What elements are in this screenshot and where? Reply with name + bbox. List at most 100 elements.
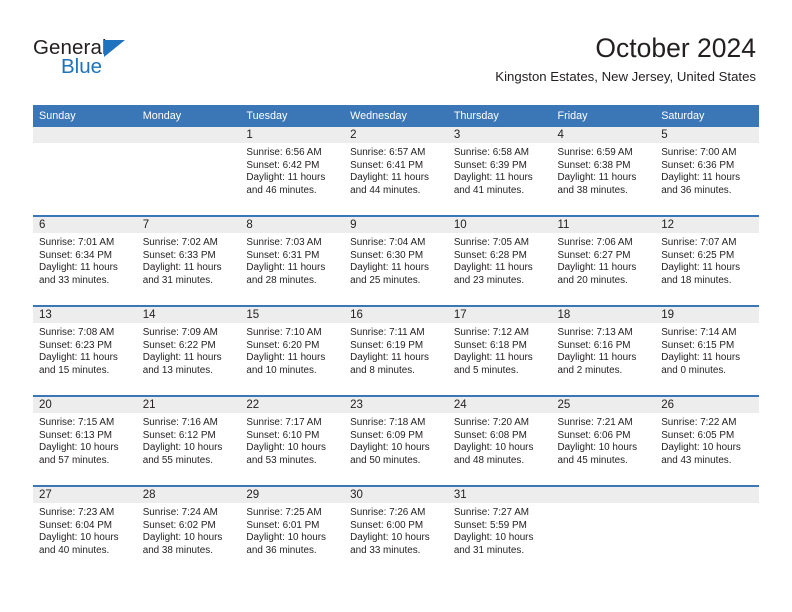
day-details: Sunrise: 7:21 AM Sunset: 6:06 PM Daylight:… [552, 413, 656, 467]
calendar-day-cell[interactable]: 24 Sunrise: 7:20 AM Sunset: 6:08 PM Dayligh… [447, 395, 552, 486]
day-details: Sunrise: 7:26 AM Sunset: 6:00 PM Daylight:… [344, 503, 448, 557]
calendar-day-cell-empty [655, 485, 759, 575]
daylight-text-line1: Daylight: 11 hours [453, 172, 533, 184]
sunrise-text: Sunrise: 7:17 AM [246, 417, 322, 428]
day-details: Sunrise: 7:16 AM Sunset: 6:12 PM Daylight:… [137, 413, 241, 467]
daylight-text-line2: and 40 minutes. [39, 544, 110, 556]
day-number: 19 [655, 307, 759, 323]
sunrise-text: Sunrise: 7:07 AM [661, 237, 737, 248]
sunset-text: Sunset: 6:13 PM [39, 429, 113, 441]
day-number [33, 127, 137, 143]
calendar-day-cell[interactable]: 8 Sunrise: 7:03 AM Sunset: 6:31 PM Daylight… [240, 215, 345, 306]
day-number: 10 [447, 217, 552, 233]
calendar-day-cell[interactable]: 12 Sunrise: 7:07 AM Sunset: 6:25 PM Dayligh… [655, 215, 759, 306]
calendar-day-cell[interactable]: 6 Sunrise: 7:01 AM Sunset: 6:34 PM Daylight… [33, 215, 137, 306]
daylight-text-line2: and 57 minutes. [39, 454, 110, 466]
day-number: 3 [447, 127, 552, 143]
sunset-text: Sunset: 6:20 PM [246, 339, 320, 351]
daylight-text-line2: and 46 minutes. [246, 184, 317, 196]
daylight-text-line2: and 5 minutes. [453, 364, 519, 376]
sunrise-text: Sunrise: 7:13 AM [557, 327, 633, 338]
day-number: 22 [240, 397, 345, 413]
sunset-text: Sunset: 6:38 PM [557, 159, 631, 171]
calendar-day-cell[interactable]: 19 Sunrise: 7:14 AM Sunset: 6:15 PM Dayligh… [655, 305, 759, 396]
day-details: Sunrise: 7:03 AM Sunset: 6:31 PM Daylight:… [240, 233, 344, 287]
daylight-text-line2: and 0 minutes. [661, 364, 726, 376]
calendar-day-cell[interactable]: 22 Sunrise: 7:17 AM Sunset: 6:10 PM Dayligh… [240, 395, 345, 486]
sunset-text: Sunset: 6:00 PM [350, 519, 424, 531]
day-details: Sunrise: 7:13 AM Sunset: 6:16 PM Daylight:… [552, 323, 656, 377]
day-details: Sunrise: 7:27 AM Sunset: 5:59 PM Daylight:… [448, 503, 552, 557]
day-details: Sunrise: 6:57 AM Sunset: 6:41 PM Daylight:… [344, 143, 448, 197]
sunset-text: Sunset: 6:31 PM [246, 249, 320, 261]
sunset-text: Sunset: 5:59 PM [453, 519, 527, 531]
day-details: Sunrise: 7:17 AM Sunset: 6:10 PM Daylight:… [240, 413, 344, 467]
weekday-header-monday: Monday [136, 105, 241, 127]
calendar-day-cell[interactable]: 20 Sunrise: 7:15 AM Sunset: 6:13 PM Dayligh… [33, 395, 137, 486]
day-details: Sunrise: 6:56 AM Sunset: 6:42 PM Daylight:… [240, 143, 344, 197]
sunset-text: Sunset: 6:41 PM [350, 159, 424, 171]
day-number: 30 [344, 487, 448, 503]
calendar-day-cell[interactable]: 10 Sunrise: 7:05 AM Sunset: 6:28 PM Dayligh… [447, 215, 552, 306]
calendar-day-cell-empty [136, 127, 241, 216]
calendar-day-cell[interactable]: 3 Sunrise: 6:58 AM Sunset: 6:39 PM Daylight… [447, 127, 552, 216]
daylight-text-line1: Daylight: 11 hours [350, 172, 429, 184]
sunset-text: Sunset: 6:27 PM [557, 249, 631, 261]
day-number: 23 [344, 397, 448, 413]
calendar-day-cell[interactable]: 27 Sunrise: 7:23 AM Sunset: 6:04 PM Dayligh… [33, 485, 137, 575]
calendar-day-cell[interactable]: 7 Sunrise: 7:02 AM Sunset: 6:33 PM Daylight… [136, 215, 241, 306]
daylight-text-line1: Daylight: 11 hours [350, 352, 429, 364]
sunset-text: Sunset: 6:09 PM [350, 429, 424, 441]
calendar-day-cell[interactable]: 1 Sunrise: 6:56 AM Sunset: 6:42 PM Daylight… [240, 127, 345, 216]
daylight-text-line2: and 25 minutes. [350, 274, 421, 286]
day-details: Sunrise: 7:22 AM Sunset: 6:05 PM Daylight:… [655, 413, 759, 467]
day-number: 24 [447, 397, 552, 413]
daylight-text-line1: Daylight: 11 hours [557, 172, 637, 184]
day-details: Sunrise: 7:14 AM Sunset: 6:15 PM Daylight:… [655, 323, 759, 377]
daylight-text-line2: and 38 minutes. [557, 184, 628, 196]
calendar-day-cell[interactable]: 15 Sunrise: 7:10 AM Sunset: 6:20 PM Dayligh… [240, 305, 345, 396]
calendar-day-cell[interactable]: 30 Sunrise: 7:26 AM Sunset: 6:00 PM Dayligh… [344, 485, 448, 575]
logo-triangle-icon [104, 40, 125, 57]
calendar-day-cell[interactable]: 9 Sunrise: 7:04 AM Sunset: 6:30 PM Daylight… [344, 215, 448, 306]
day-number: 31 [447, 487, 552, 503]
sunrise-text: Sunrise: 7:25 AM [246, 507, 322, 518]
calendar-day-cell[interactable]: 14 Sunrise: 7:09 AM Sunset: 6:22 PM Dayligh… [136, 305, 241, 396]
daylight-text-line1: Daylight: 10 hours [39, 532, 119, 544]
calendar-day-cell[interactable]: 13 Sunrise: 7:08 AM Sunset: 6:23 PM Dayligh… [33, 305, 137, 396]
sunrise-text: Sunrise: 7:20 AM [453, 417, 530, 428]
day-details: Sunrise: 7:02 AM Sunset: 6:33 PM Daylight:… [137, 233, 241, 287]
calendar-day-cell[interactable]: 28 Sunrise: 7:24 AM Sunset: 6:02 PM Dayligh… [136, 485, 241, 575]
calendar-day-cell[interactable]: 16 Sunrise: 7:11 AM Sunset: 6:19 PM Dayligh… [344, 305, 448, 396]
calendar-day-cell[interactable]: 25 Sunrise: 7:21 AM Sunset: 6:06 PM Dayligh… [551, 395, 656, 486]
calendar-day-cell[interactable]: 2 Sunrise: 6:57 AM Sunset: 6:41 PM Daylight… [344, 127, 448, 216]
calendar-day-cell[interactable]: 18 Sunrise: 7:13 AM Sunset: 6:16 PM Dayligh… [551, 305, 656, 396]
day-details: Sunrise: 6:58 AM Sunset: 6:39 PM Daylight:… [448, 143, 552, 197]
day-number: 28 [136, 487, 241, 503]
calendar-day-cell[interactable]: 26 Sunrise: 7:22 AM Sunset: 6:05 PM Dayligh… [655, 395, 759, 486]
daylight-text-line1: Daylight: 10 hours [142, 532, 223, 544]
daylight-text-line1: Daylight: 10 hours [453, 442, 534, 454]
calendar-day-cell[interactable]: 5 Sunrise: 7:00 AM Sunset: 6:36 PM Daylight… [655, 127, 759, 216]
calendar-day-cell[interactable]: 11 Sunrise: 7:06 AM Sunset: 6:27 PM Dayligh… [551, 215, 656, 306]
calendar-day-cell[interactable]: 23 Sunrise: 7:18 AM Sunset: 6:09 PM Dayligh… [344, 395, 448, 486]
sunrise-text: Sunrise: 7:26 AM [350, 507, 426, 518]
daylight-text-line1: Daylight: 11 hours [557, 352, 637, 364]
calendar-day-cell[interactable]: 21 Sunrise: 7:16 AM Sunset: 6:12 PM Dayligh… [136, 395, 241, 486]
sunset-text: Sunset: 6:34 PM [39, 249, 113, 261]
calendar-body: 1 Sunrise: 6:56 AM Sunset: 6:42 PM Daylight… [33, 127, 759, 575]
daylight-text-line2: and 2 minutes. [557, 364, 623, 376]
weekday-header-wednesday: Wednesday [344, 105, 448, 127]
calendar-day-cell[interactable]: 4 Sunrise: 6:59 AM Sunset: 6:38 PM Daylight… [551, 127, 656, 216]
daylight-text-line2: and 48 minutes. [453, 454, 525, 466]
daylight-text-line2: and 31 minutes. [142, 274, 213, 286]
sunset-text: Sunset: 6:23 PM [39, 339, 113, 351]
calendar-day-cell[interactable]: 17 Sunrise: 7:12 AM Sunset: 6:18 PM Dayligh… [447, 305, 552, 396]
day-number: 8 [240, 217, 345, 233]
calendar-day-cell[interactable]: 29 Sunrise: 7:25 AM Sunset: 6:01 PM Dayligh… [240, 485, 345, 575]
sunset-text: Sunset: 6:30 PM [350, 249, 424, 261]
day-number: 4 [551, 127, 656, 143]
calendar-day-cell[interactable]: 31 Sunrise: 7:27 AM Sunset: 5:59 PM Dayligh… [447, 485, 552, 575]
daylight-text-line2: and 36 minutes. [661, 184, 732, 196]
daylight-text-line1: Daylight: 10 hours [142, 442, 223, 454]
